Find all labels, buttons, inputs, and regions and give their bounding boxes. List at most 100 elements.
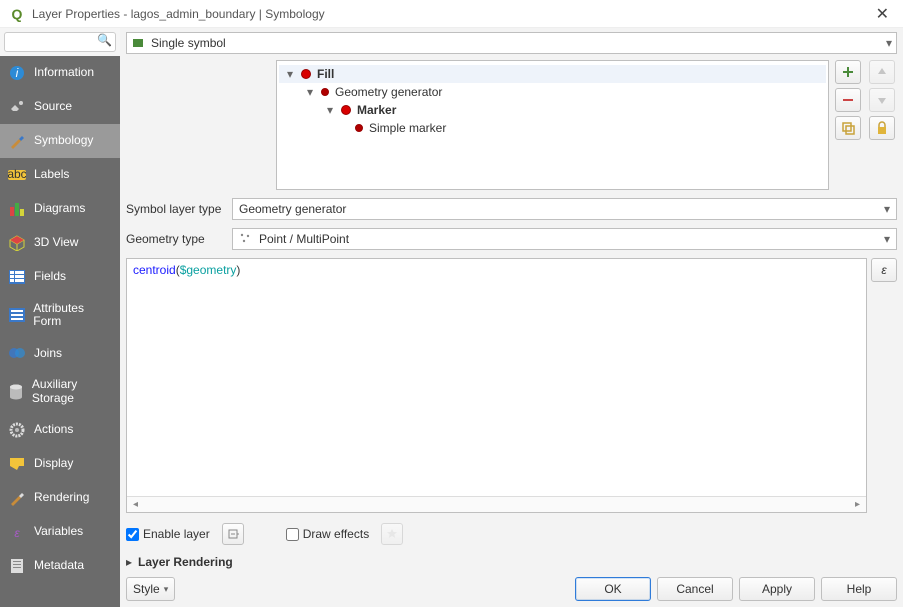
qgis-app-icon: Q [8, 5, 26, 23]
sidebar-item-symbology[interactable]: Symbology [0, 124, 120, 158]
sidebar-item-auxiliary-storage[interactable]: Auxiliary Storage [0, 370, 120, 412]
chevron-down-icon: ▾ [886, 36, 892, 50]
layer-rendering-label: Layer Rendering [138, 555, 233, 569]
draw-effects-settings-button[interactable] [381, 523, 403, 545]
symbol-swatch [341, 105, 351, 115]
sidebar-item-joins[interactable]: Joins [0, 336, 120, 370]
remove-symbol-layer-button[interactable] [835, 88, 861, 112]
help-button[interactable]: Help [821, 577, 897, 601]
sidebar-item-label: Rendering [34, 491, 89, 504]
move-down-button[interactable] [869, 88, 895, 112]
diagrams-icon [8, 200, 26, 218]
move-up-button[interactable] [869, 60, 895, 84]
close-icon[interactable]: ✕ [870, 2, 895, 26]
tree-node-simple-marker[interactable]: Simple marker [279, 119, 826, 137]
tree-node-label: Marker [357, 103, 396, 117]
renderer-type-value: Single symbol [151, 36, 226, 50]
geometry-type-row: Geometry type Point / MultiPoint ▾ [126, 228, 897, 250]
symbol-layer-type-label: Symbol layer type [126, 202, 226, 216]
symbol-layer-type-dropdown[interactable]: Geometry generator ▾ [232, 198, 897, 220]
geometry-type-value: Point / MultiPoint [259, 232, 349, 246]
duplicate-symbol-layer-button[interactable] [835, 116, 861, 140]
sidebar-item-label: Labels [34, 168, 69, 181]
style-menu-button[interactable]: Style ▾ [126, 577, 175, 601]
sidebar-item-labels[interactable]: abc Labels [0, 158, 120, 192]
sidebar-item-display[interactable]: Display [0, 447, 120, 481]
storage-icon [8, 383, 24, 401]
tree-node-fill[interactable]: ▾ Fill [279, 65, 826, 83]
enable-layer-override-button[interactable] [222, 523, 244, 545]
expression-builder-button[interactable]: ε [871, 258, 897, 282]
symbol-swatch [301, 69, 311, 79]
enable-layer-input[interactable] [126, 528, 139, 541]
draw-effects-checkbox[interactable]: Draw effects [286, 527, 369, 541]
form-icon [8, 306, 25, 324]
symbol-tree-wrap: ▾ Fill ▾ Geometry generator ▾ Marker [126, 60, 829, 190]
sidebar: 🔍 iInformation Source Symbology abc Label… [0, 28, 120, 607]
labels-icon: abc [8, 166, 26, 184]
symbol-tree[interactable]: ▾ Fill ▾ Geometry generator ▾ Marker [276, 60, 829, 190]
sidebar-item-source[interactable]: Source [0, 90, 120, 124]
fields-icon [8, 268, 26, 286]
sidebar-item-3dview[interactable]: 3D View [0, 226, 120, 260]
sidebar-item-diagrams[interactable]: Diagrams [0, 192, 120, 226]
sidebar-item-attributes-form[interactable]: Attributes Form [0, 294, 120, 336]
symbology-icon [8, 132, 26, 150]
sidebar-item-information[interactable]: iInformation [0, 56, 120, 90]
style-button-label: Style [133, 582, 160, 596]
sidebar-item-label: Symbology [34, 134, 93, 147]
renderer-type-dropdown[interactable]: Single symbol ▾ [126, 32, 897, 54]
sidebar-search-input[interactable] [4, 32, 116, 52]
sidebar-item-label: Fields [34, 270, 66, 283]
scroll-right-icon[interactable]: ▸ [851, 499, 864, 510]
expression-fn: centroid [133, 263, 176, 277]
sidebar-item-fields[interactable]: Fields [0, 260, 120, 294]
sidebar-item-rendering[interactable]: Rendering [0, 481, 120, 515]
layer-options-row: Enable layer Draw effects [126, 523, 897, 545]
sidebar-item-variables[interactable]: ε Variables [0, 515, 120, 549]
tree-node-marker[interactable]: ▾ Marker [279, 101, 826, 119]
add-symbol-layer-button[interactable] [835, 60, 861, 84]
symbol-tree-side-buttons-2 [869, 60, 897, 190]
ok-button[interactable]: OK [575, 577, 651, 601]
titlebar: Q Layer Properties - lagos_admin_boundar… [0, 0, 903, 28]
cancel-button[interactable]: Cancel [657, 577, 733, 601]
variables-icon: ε [8, 523, 26, 541]
symbol-layer-type-row: Symbol layer type Geometry generator ▾ [126, 198, 897, 220]
enable-layer-checkbox[interactable]: Enable layer [126, 527, 210, 541]
expand-icon: ▸ [126, 555, 132, 569]
svg-text:ε: ε [14, 526, 20, 540]
sidebar-search: 🔍 [0, 28, 120, 56]
single-symbol-icon [131, 36, 145, 50]
svg-text:i: i [16, 66, 19, 80]
sidebar-item-metadata[interactable]: Metadata [0, 549, 120, 583]
sidebar-items: iInformation Source Symbology abcLabels … [0, 56, 120, 583]
collapse-icon[interactable]: ▾ [285, 69, 295, 79]
lock-symbol-layer-button[interactable] [869, 116, 895, 140]
layer-rendering-header[interactable]: ▸ Layer Rendering [126, 555, 897, 569]
sidebar-item-label: Source [34, 100, 72, 113]
svg-text:abc: abc [8, 168, 26, 181]
sidebar-item-label: Variables [34, 525, 83, 538]
metadata-icon [8, 557, 26, 575]
collapse-icon[interactable]: ▾ [325, 105, 335, 115]
sidebar-item-label: Diagrams [34, 202, 85, 215]
collapse-icon[interactable]: ▾ [305, 87, 315, 97]
info-icon: i [8, 64, 26, 82]
joins-icon [8, 344, 26, 362]
enable-layer-label: Enable layer [143, 527, 210, 541]
sidebar-item-actions[interactable]: Actions [0, 413, 120, 447]
cube-icon [8, 234, 26, 252]
scroll-left-icon[interactable]: ◂ [129, 499, 142, 510]
geometry-type-dropdown[interactable]: Point / MultiPoint ▾ [232, 228, 897, 250]
tree-node-geometry-generator[interactable]: ▾ Geometry generator [279, 83, 826, 101]
source-icon [8, 98, 26, 116]
symbol-swatch [355, 124, 363, 132]
expression-row: centroid($geometry) ◂ ▸ ε [126, 258, 897, 513]
draw-effects-input[interactable] [286, 528, 299, 541]
expression-editor[interactable]: centroid($geometry) ◂ ▸ [126, 258, 867, 513]
expression-scrollbar[interactable]: ◂ ▸ [127, 496, 866, 512]
apply-button[interactable]: Apply [739, 577, 815, 601]
sidebar-item-label: Auxiliary Storage [32, 378, 112, 404]
sidebar-item-label: Display [34, 457, 73, 470]
